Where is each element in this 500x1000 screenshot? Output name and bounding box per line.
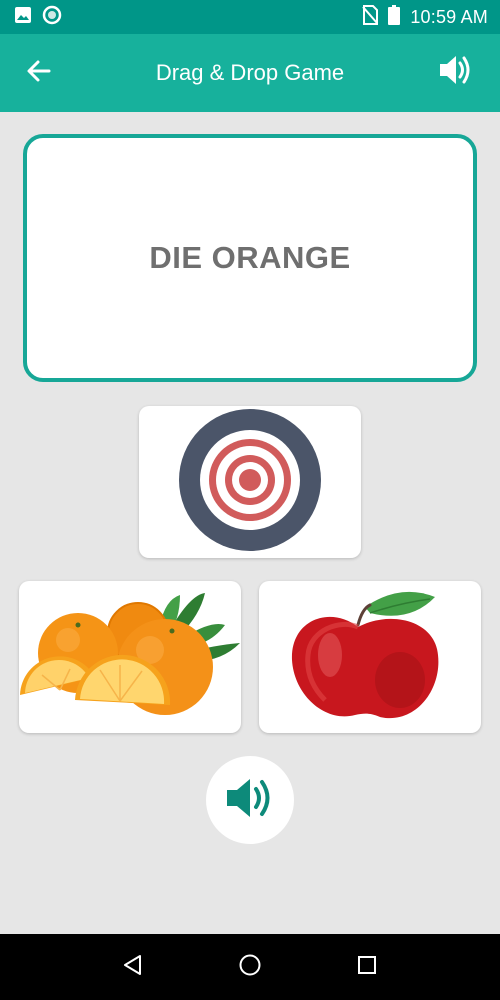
home-circle-icon: [238, 953, 262, 982]
option-apple[interactable]: [259, 581, 481, 733]
app-bar: Drag & Drop Game: [0, 34, 500, 112]
image-icon: [14, 6, 32, 29]
battery-icon: [388, 4, 401, 30]
word-card: DIE ORANGE: [23, 134, 477, 382]
sync-icon: [42, 5, 62, 30]
play-sound-button[interactable]: [206, 756, 294, 844]
apple-fruit-image: [270, 585, 470, 730]
no-sim-icon: [362, 4, 379, 30]
header-sound-button[interactable]: [436, 52, 476, 92]
option-orange[interactable]: [19, 581, 241, 733]
volume-icon: [224, 775, 276, 826]
back-triangle-icon: [122, 954, 144, 981]
status-left: [14, 5, 62, 30]
arrow-left-icon: [26, 58, 52, 89]
system-nav-bar: [0, 934, 500, 1000]
status-time: 10:59 AM: [410, 6, 488, 27]
volume-icon: [438, 53, 474, 92]
status-right: 10:59 AM: [362, 4, 488, 30]
nav-home-button[interactable]: [225, 942, 275, 992]
word-text: DIE ORANGE: [149, 240, 351, 275]
page-title: Drag & Drop Game: [155, 60, 345, 85]
target-icon: [179, 408, 321, 556]
nav-recents-button[interactable]: [342, 942, 392, 992]
drop-target[interactable]: [139, 406, 361, 558]
orange-fruit-image: [20, 585, 240, 730]
status-bar: 10:59 AM: [0, 0, 500, 34]
recents-square-icon: [356, 954, 378, 981]
back-button[interactable]: [22, 56, 56, 90]
nav-back-button[interactable]: [108, 942, 158, 992]
